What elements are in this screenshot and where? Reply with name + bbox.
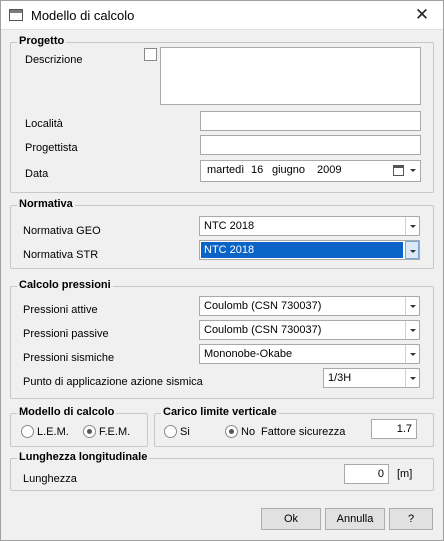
normativa-geo-value: NTC 2018 — [204, 220, 255, 232]
title-bar: Modello di calcolo ✕ — [1, 1, 443, 30]
normativa-geo-label: Normativa GEO — [23, 225, 101, 237]
group-calcolo-pressioni-legend: Calcolo pressioni — [17, 279, 113, 291]
group-normativa-legend: Normativa — [17, 198, 75, 210]
group-modello-calcolo-legend: Modello di calcolo — [17, 406, 117, 418]
fattore-sicurezza-field[interactable]: 1.7 — [371, 419, 417, 439]
pressioni-attive-select[interactable]: Coulomb (CSN 730037) — [199, 296, 420, 316]
radio-si[interactable] — [164, 425, 177, 438]
normativa-geo-select[interactable]: NTC 2018 — [199, 216, 420, 236]
progettista-label: Progettista — [25, 142, 78, 154]
normativa-str-label: Normativa STR — [23, 249, 99, 261]
normativa-str-select[interactable]: NTC 2018 — [199, 240, 420, 260]
pressioni-sismiche-label: Pressioni sismiche — [23, 352, 115, 364]
lunghezza-label: Lunghezza — [23, 473, 77, 485]
radio-fem[interactable] — [83, 425, 96, 438]
calendar-icon[interactable] — [393, 165, 404, 176]
punto-applicazione-value: 1/3H — [328, 372, 352, 384]
group-lunghezza-legend: Lunghezza longitudinale — [17, 451, 150, 463]
descrizione-label: Descrizione — [25, 54, 83, 66]
chevron-down-icon[interactable] — [405, 345, 419, 363]
date-year[interactable]: 2009 — [317, 164, 341, 176]
pressioni-passive-value: Coulomb (CSN 730037) — [204, 324, 322, 336]
punto-applicazione-select[interactable]: 1/3H — [323, 368, 420, 388]
fattore-sicurezza-label: Fattore sicurezza — [261, 426, 346, 438]
window-icon — [9, 9, 23, 21]
window-title: Modello di calcolo — [31, 8, 135, 23]
group-progetto-legend: Progetto — [17, 35, 67, 47]
normativa-str-value: NTC 2018 — [204, 244, 255, 256]
radio-fem-label[interactable]: F.E.M. — [99, 426, 130, 438]
pressioni-sismiche-value: Mononobe-Okabe — [204, 348, 293, 360]
date-weekday[interactable]: martedì — [207, 164, 244, 176]
radio-no[interactable] — [225, 425, 238, 438]
chevron-down-icon[interactable] — [405, 241, 419, 259]
chevron-down-icon[interactable] — [405, 369, 419, 387]
lunghezza-unit: [m] — [397, 468, 413, 480]
chevron-down-icon[interactable] — [405, 297, 419, 315]
lunghezza-value: 0 — [377, 468, 384, 480]
annulla-button[interactable]: Annulla — [325, 508, 385, 530]
radio-si-label[interactable]: Si — [180, 426, 190, 438]
descrizione-field[interactable] — [160, 47, 421, 105]
data-label: Data — [25, 168, 49, 180]
help-button[interactable]: ? — [389, 508, 433, 530]
date-picker[interactable]: martedì 16 giugno 2009 — [200, 160, 421, 182]
progettista-field[interactable] — [200, 135, 421, 155]
radio-lem[interactable] — [21, 425, 34, 438]
pressioni-passive-label: Pressioni passive — [23, 328, 109, 340]
close-icon[interactable]: ✕ — [411, 4, 433, 26]
pressioni-passive-select[interactable]: Coulomb (CSN 730037) — [199, 320, 420, 340]
punto-applicazione-label: Punto di applicazione azione sismica — [23, 376, 203, 388]
chevron-down-icon[interactable] — [405, 321, 419, 339]
fattore-sicurezza-value: 1.7 — [396, 423, 412, 435]
group-carico-limite-legend: Carico limite verticale — [161, 406, 279, 418]
pressioni-sismiche-select[interactable]: Mononobe-Okabe — [199, 344, 420, 364]
descrizione-checkbox[interactable] — [144, 48, 157, 61]
date-month[interactable]: giugno — [272, 164, 305, 176]
pressioni-attive-label: Pressioni attive — [23, 304, 98, 316]
localita-field[interactable] — [200, 111, 421, 131]
radio-lem-label[interactable]: L.E.M. — [37, 426, 69, 438]
lunghezza-field[interactable]: 0 — [344, 464, 389, 484]
pressioni-attive-value: Coulomb (CSN 730037) — [204, 300, 322, 312]
radio-no-label[interactable]: No — [241, 426, 255, 438]
dialog-window: Modello di calcolo ✕ Progetto Descrizion… — [0, 0, 444, 541]
calendar-dropdown-icon[interactable] — [410, 169, 416, 172]
chevron-down-icon[interactable] — [405, 217, 419, 235]
ok-button[interactable]: Ok — [261, 508, 321, 530]
date-day[interactable]: 16 — [251, 164, 263, 176]
localita-label: Località — [25, 118, 63, 130]
